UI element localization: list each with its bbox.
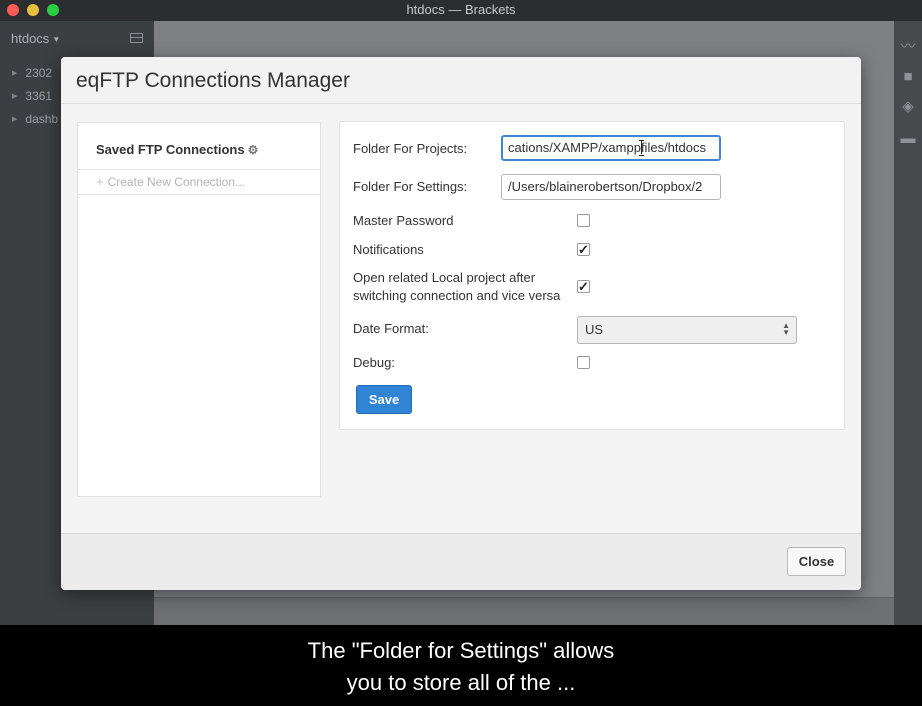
date-format-value: US <box>585 322 604 337</box>
notifications-label: Notifications <box>353 242 424 257</box>
debug-label: Debug: <box>353 355 395 370</box>
open-related-label: Open related Local project after switchi… <box>353 269 560 305</box>
open-related-label-line1: Open related Local project after <box>353 270 536 285</box>
open-related-checkbox[interactable]: ✓ <box>577 280 590 293</box>
right-toolbar: 〰 ■ ◈ ▬ <box>894 21 922 625</box>
caret-down-icon: ▼ <box>52 35 61 44</box>
plus-icon: + <box>96 174 104 189</box>
master-password-label: Master Password <box>353 213 454 228</box>
folder-settings-value: /Users/blainerobertson/Dropbox/2 <box>508 179 703 194</box>
dialog-body: Saved FTP Connections ⚙ + Create New Conne… <box>61 104 861 533</box>
folder-projects-input[interactable]: cations/XAMPP/xamppfiles/htdocs <box>501 135 721 161</box>
folder-label: 2302 <box>25 66 53 80</box>
caption-line-2: you to store all of the ... <box>346 670 576 695</box>
layers-icon[interactable]: ◈ <box>898 99 918 115</box>
folder-projects-value: cations/XAMPP/xamppfiles/htdocs <box>508 140 706 155</box>
folder-label: 3361 <box>25 89 53 103</box>
folder-label: dashb <box>25 112 59 126</box>
status-bar <box>154 597 894 625</box>
live-preview-icon[interactable]: 〰 <box>898 39 918 55</box>
dialog-title: eqFTP Connections Manager <box>76 69 350 92</box>
create-new-label: Create New Connection... <box>107 175 245 189</box>
notifications-checkbox[interactable]: ✓ <box>577 243 590 256</box>
check-icon: ✓ <box>578 242 589 257</box>
close-window-button[interactable] <box>7 4 19 16</box>
window-title: htdocs — Brackets <box>406 2 516 17</box>
saved-connections-panel: Saved FTP Connections ⚙ + Create New Conne… <box>77 122 321 497</box>
saved-connections-header: Saved FTP Connections ⚙ <box>96 142 258 157</box>
divider <box>78 169 320 170</box>
dialog-header: eqFTP Connections Manager <box>61 57 861 104</box>
project-name: htdocs <box>11 31 50 46</box>
date-format-select[interactable]: US ▲ ▼ <box>577 316 797 344</box>
close-button[interactable]: Close <box>787 547 846 576</box>
tree-folder-item[interactable]: ▶ 3361 <box>12 89 52 103</box>
connections-manager-dialog: eqFTP Connections Manager Saved FTP Conn… <box>61 57 861 590</box>
minimize-window-button[interactable] <box>27 4 39 16</box>
folder-projects-label: Folder For Projects: <box>353 141 468 156</box>
folder-arrow-icon: ▶ <box>12 93 18 100</box>
maximize-window-button[interactable] <box>47 4 59 16</box>
debug-checkbox[interactable] <box>577 356 590 369</box>
folder-arrow-icon: ▶ <box>12 116 18 123</box>
screen: htdocs — Brackets htdocs ▼ ▶ 2302 ▶ 3361 ▶ d… <box>0 0 922 706</box>
tree-folder-item[interactable]: ▶ 2302 <box>12 66 52 80</box>
text-cursor-icon <box>639 139 645 156</box>
master-password-checkbox[interactable] <box>577 214 590 227</box>
select-arrows-icon: ▲ ▼ <box>782 321 790 337</box>
create-new-connection-button[interactable]: + Create New Connection... <box>96 174 245 189</box>
date-format-label: Date Format: <box>353 321 429 336</box>
folder-icon[interactable]: ▬ <box>898 131 918 147</box>
tree-folder-item[interactable]: ▶ dashb <box>12 112 58 126</box>
folder-settings-input[interactable]: /Users/blainerobertson/Dropbox/2 <box>501 174 721 200</box>
extension-manager-icon[interactable]: ■ <box>898 69 918 85</box>
dialog-footer: Close <box>61 533 861 590</box>
project-dropdown[interactable]: htdocs ▼ <box>11 31 60 46</box>
gear-icon[interactable]: ⚙ <box>248 143 259 157</box>
saved-connections-title: Saved FTP Connections <box>96 142 245 157</box>
video-caption: The "Folder for Settings" allows you to … <box>0 625 922 706</box>
divider <box>78 194 320 195</box>
caption-line-1: The "Folder for Settings" allows <box>307 638 615 663</box>
save-button[interactable]: Save <box>356 385 412 414</box>
check-icon: ✓ <box>578 279 589 294</box>
split-view-icon[interactable] <box>130 33 143 43</box>
folder-settings-label: Folder For Settings: <box>353 179 468 194</box>
open-related-label-line2: switching connection and vice versa <box>353 288 561 303</box>
folder-arrow-icon: ▶ <box>12 70 18 77</box>
window-titlebar: htdocs — Brackets <box>0 0 922 21</box>
settings-panel: Folder For Projects: cations/XAMPP/xampp… <box>339 121 845 430</box>
